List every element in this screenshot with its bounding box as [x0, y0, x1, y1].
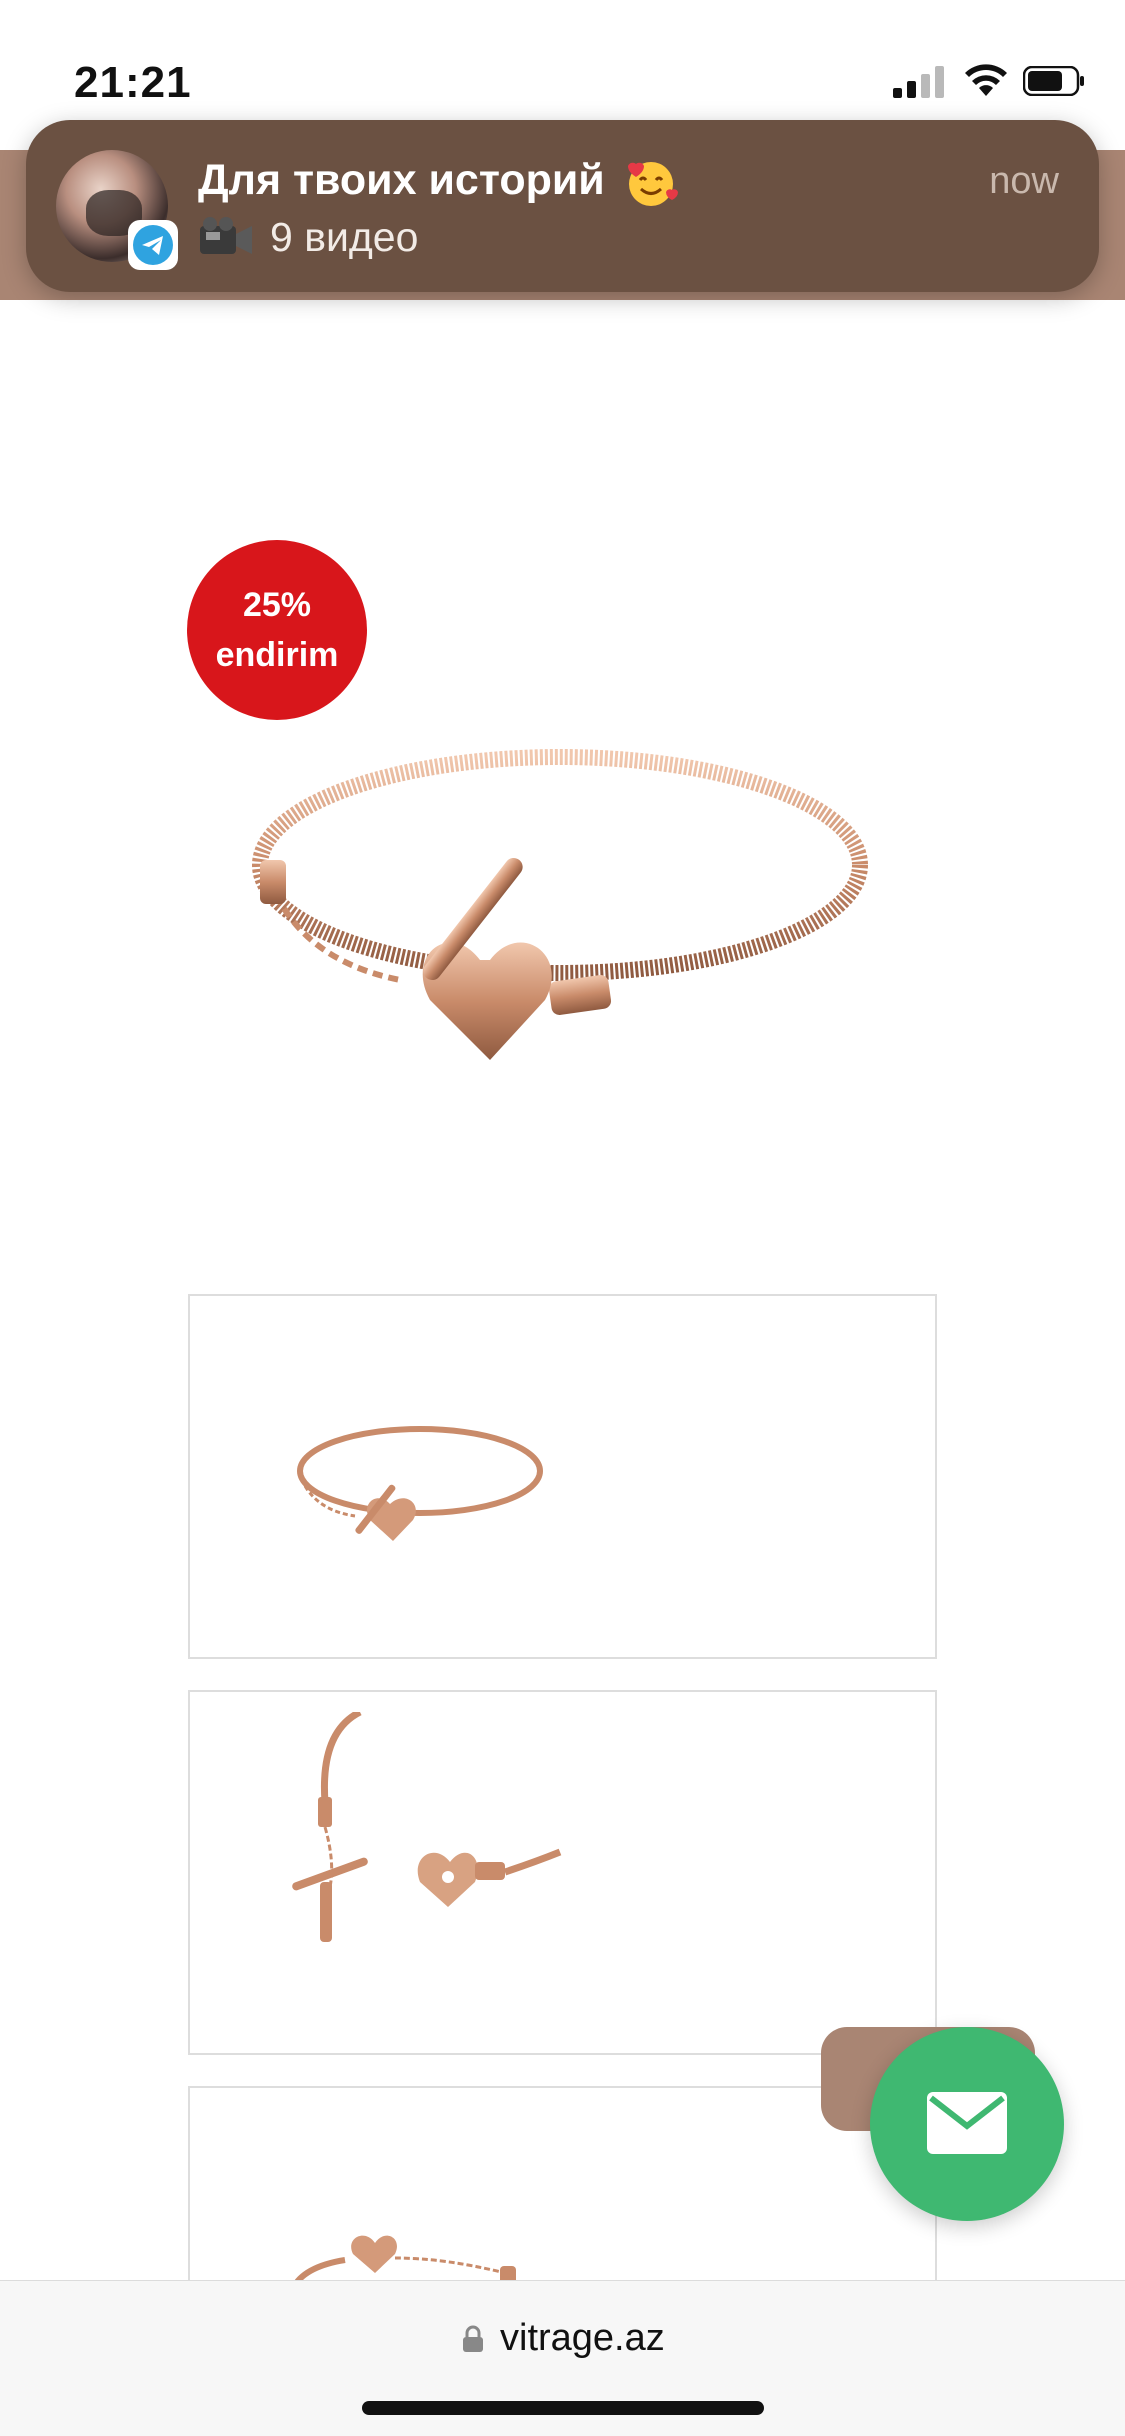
lock-icon: [463, 2325, 483, 2352]
thumbnail-2[interactable]: [188, 1690, 937, 2055]
home-indicator[interactable]: [362, 2401, 764, 2415]
push-notification[interactable]: Для твоих историй 9 видео now: [26, 120, 1099, 292]
browser-url-bar[interactable]: vitrage.az: [0, 2280, 1125, 2436]
thumbnail-1[interactable]: [188, 1294, 937, 1659]
notification-title: Для твоих историй: [198, 156, 605, 204]
smiling-face-with-hearts-emoji: [628, 162, 678, 206]
wifi-icon: [965, 64, 1007, 96]
cellular-signal-icon: [893, 66, 944, 98]
battery-icon: [1023, 66, 1084, 96]
product-main-image[interactable]: [190, 560, 930, 1280]
url-text[interactable]: vitrage.az: [500, 2317, 665, 2360]
bracelet-clasp-detail-image: [292, 1712, 562, 1942]
status-time: 21:21: [74, 58, 192, 107]
telegram-icon: [128, 220, 178, 270]
notification-body-text: 9 видео: [270, 214, 419, 260]
contact-mail-button[interactable]: [870, 2027, 1064, 2221]
envelope-icon: [927, 2092, 1007, 2154]
notification-time: now: [989, 160, 1059, 202]
video-camera-icon: [200, 216, 252, 254]
bracelet-full-view-image: [297, 1426, 543, 1541]
notification-body: 9 видео: [198, 214, 418, 261]
